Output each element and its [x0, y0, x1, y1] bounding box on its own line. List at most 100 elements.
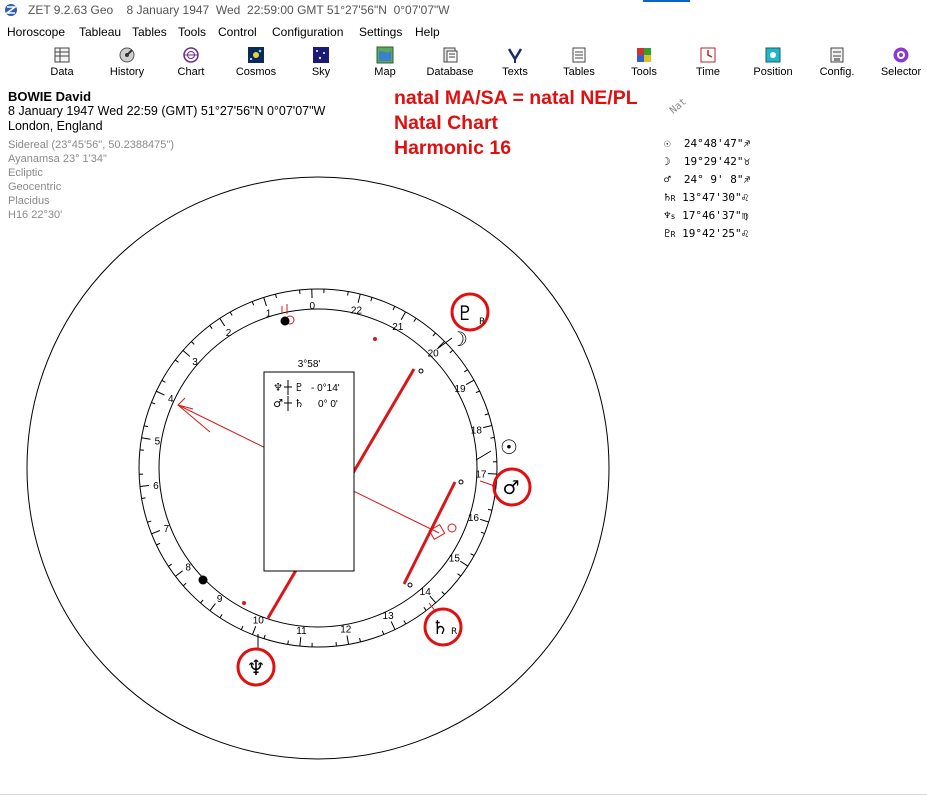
setting-harmonic: H16 22°30'	[8, 209, 63, 221]
toolbar-selector-label: Selector	[880, 66, 922, 78]
minor-tick	[359, 637, 361, 642]
house-tick	[390, 621, 396, 630]
minor-tick	[174, 359, 179, 363]
toolbar-selector-button[interactable]: Selector	[866, 44, 927, 82]
aspect-row1-planet-b: ♇	[294, 381, 304, 394]
red-dot-upper	[373, 337, 377, 341]
setting-ecliptic: Ecliptic	[8, 167, 43, 179]
house-number-label: 13	[383, 611, 395, 622]
menu-tables[interactable]: Tables	[132, 25, 167, 39]
menu-control[interactable]: Control	[218, 25, 257, 39]
house-tick	[459, 560, 469, 567]
minor-tick	[182, 582, 187, 587]
harmonic-chart: 1234567891011 12131415161718192021220 ♇ R…	[26, 176, 610, 760]
pluto-position: 19°42'25"	[682, 227, 742, 240]
sun-position: 24°48'47"	[683, 137, 744, 150]
position-row-saturn: ♄R 13°47'30"♌	[664, 191, 748, 204]
toolbar-data-button[interactable]: Data	[27, 44, 97, 82]
house-number-label: 15	[449, 553, 461, 564]
mars-position: 24° 9' 8"	[683, 173, 744, 186]
toolbar-tools-button[interactable]: Tools	[609, 44, 679, 82]
toolbar-config-label: Config.	[819, 66, 855, 78]
chart-area: 1 2 3 4 5 6 7 8 9 10 11 12 13 14 15 16 17 18 19 20 21 22 0 ♇ R…	[0, 84, 927, 794]
aspect-row1-value: - 0°14'	[311, 383, 340, 394]
toolbar-database-label: Database	[426, 66, 474, 78]
saturn-retro-label: R	[451, 627, 457, 637]
tables-icon	[572, 47, 586, 63]
house-number-label: 11	[296, 626, 307, 637]
toolbar-cosmos-button[interactable]: Cosmos	[221, 44, 291, 82]
toolbar-database-button[interactable]: Database	[415, 44, 485, 82]
neptune-glyph: ♆	[247, 656, 266, 680]
database-icon	[443, 47, 458, 63]
house-tick	[251, 626, 257, 635]
tools-icon	[637, 48, 651, 62]
house-number-label: 4	[168, 394, 174, 405]
pluto-icon: ♇	[664, 227, 671, 240]
menu-settings[interactable]: Settings	[359, 25, 402, 39]
minor-tick	[347, 291, 349, 296]
map-icon	[376, 46, 394, 64]
toolbar-tables-button[interactable]: Tables	[544, 44, 614, 82]
pluto-glyph: ♇	[456, 301, 474, 325]
house-tick	[483, 425, 492, 429]
sun-connector	[475, 450, 492, 461]
menu-horoscope[interactable]: Horoscope	[7, 25, 65, 39]
sky-icon	[313, 47, 329, 63]
minor-tick	[156, 542, 161, 546]
minor-tick	[423, 607, 427, 611]
virgo-icon: ♍	[741, 209, 749, 222]
menu-tools[interactable]: Tools	[178, 25, 206, 39]
house-number-label: 2	[226, 328, 232, 339]
house-tick	[139, 485, 149, 487]
toolbar-history-button[interactable]: History	[92, 44, 162, 82]
house-number-label: 20	[428, 349, 440, 360]
menu-help[interactable]: Help	[415, 25, 440, 39]
toolbar-chart-button[interactable]: Chart	[156, 44, 226, 82]
house-number-label: 22	[351, 306, 363, 317]
minor-tick	[370, 297, 373, 302]
toolbar-position-button[interactable]: Position	[738, 44, 808, 82]
aspect-row2-planet-a: ♂	[273, 397, 283, 410]
toolbar-sky-button[interactable]: Sky	[286, 44, 356, 82]
toolbar-config-button[interactable]: Config.	[802, 44, 872, 82]
moon-glyph: ☽	[450, 327, 468, 351]
house-tick	[479, 518, 489, 523]
minor-tick	[200, 599, 204, 604]
toolbar-sky-label: Sky	[311, 66, 331, 78]
house-number-label: 0	[310, 301, 316, 312]
person-name: BOWIE David	[8, 89, 92, 104]
house-number-label: 10	[253, 616, 265, 627]
aspect-row2-planet-b: ♄	[294, 397, 304, 410]
toolbar-texts-button[interactable]: Texts	[480, 44, 550, 82]
house-number-label: 16	[468, 513, 480, 524]
house-tick	[465, 379, 475, 386]
house-number-label: 7	[164, 524, 170, 535]
sun-icon: ☉	[664, 137, 671, 150]
house-tick	[299, 637, 302, 647]
toolbar-time-button[interactable]: Time	[673, 44, 743, 82]
saturn-point-marker	[447, 523, 457, 533]
birth-place: London, England	[8, 119, 103, 133]
house-number-label: 14	[420, 587, 432, 598]
aspect-row1-planet-a: ♆	[273, 381, 283, 394]
minor-tick	[487, 508, 493, 511]
leo-icon: ♌	[741, 191, 749, 204]
minor-tick	[413, 317, 417, 322]
sagittarius-icon: ♐	[743, 137, 751, 150]
sun-glyph: ☉	[500, 435, 518, 459]
minor-tick	[251, 301, 255, 306]
menu-tableau[interactable]: Tableau	[79, 25, 121, 39]
toolbar-map-button[interactable]: Map	[350, 44, 420, 82]
house-number-label: 21	[392, 322, 404, 333]
minor-tick	[403, 620, 407, 625]
annotation-chart-type: Natal Chart	[394, 112, 499, 134]
toolbar-time-label: Time	[695, 66, 721, 78]
house-number-label: 3	[192, 357, 198, 368]
neptune-position: 17°46'37"	[682, 209, 742, 222]
minor-tick	[457, 573, 462, 577]
setting-sidereal: Sidereal (23°45'56", 50.2388475")	[8, 139, 174, 151]
annotation-midpoint: natal MA/SA = natal NE/PL	[394, 87, 638, 109]
toolbar-chart-label: Chart	[177, 66, 205, 78]
menu-configuration[interactable]: Configuration	[272, 25, 343, 39]
